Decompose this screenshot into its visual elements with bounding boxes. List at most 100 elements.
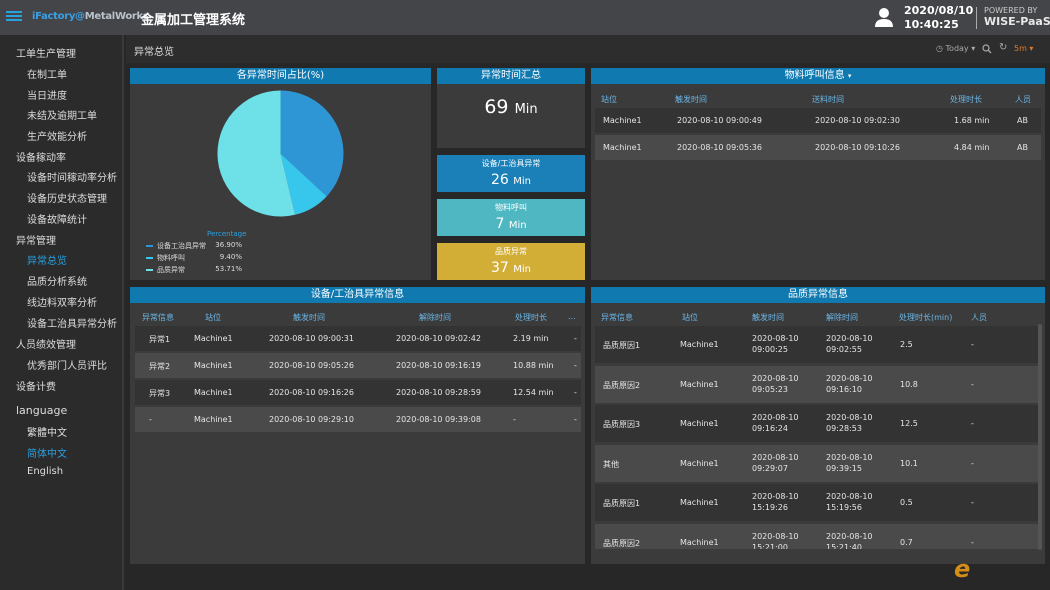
sidebar-item[interactable]: 设备时间稼动率分析	[27, 169, 117, 184]
date-part: 2020-08-10	[752, 373, 799, 383]
table-cell: 2020-08-10 09:10:26	[815, 143, 900, 152]
table-cell: 2020-08-10 09:16:19	[396, 361, 481, 370]
table-cell: Machine1	[194, 415, 233, 424]
table-header-cell: 触发时间	[293, 313, 325, 322]
quality-scrollbar[interactable]	[1038, 324, 1042, 550]
table-cell: Machine1	[680, 379, 719, 389]
table-cell-datetime: 2020-08-10 15:21:00	[752, 531, 799, 550]
total-time-value: 69 Min	[484, 96, 538, 118]
legend-label: 物料呼叫	[157, 254, 185, 262]
table-cell: -	[971, 537, 974, 547]
refresh-interval-dropdown[interactable]: 5m ▾	[1014, 44, 1033, 53]
user-icon[interactable]	[875, 7, 893, 27]
table-cell: Machine1	[603, 116, 642, 125]
table-header-cell: 解除时间	[826, 313, 858, 322]
sidebar-item[interactable]: 生产效能分析	[27, 128, 87, 143]
table-header-cell: 触发时间	[675, 95, 707, 104]
table-row[interactable]: Machine1 2020-08-10 09:05:36 2020-08-10 09…	[595, 135, 1041, 160]
table-header-cell: 触发时间	[752, 313, 784, 322]
date-part: 2020-08-10	[752, 492, 799, 501]
table-cell: -	[149, 415, 152, 424]
pie-panel-title: 各异常时间占比(%)	[130, 68, 431, 84]
equipment-panel-title: 设备/工治具异常信息	[130, 287, 585, 303]
sidebar-item[interactable]: 简体中文	[27, 445, 67, 460]
table-cell: 2020-08-10 09:16:26	[269, 388, 354, 397]
table-row[interactable]: 异常2 Machine1 2020-08-10 09:05:26 2020-08-10…	[135, 353, 581, 378]
time-part: 15:21:00	[752, 542, 788, 550]
table-cell-datetime: 2020-08-10 09:16:10	[826, 373, 873, 395]
summary-card: 设备/工治具异常 26 Min	[437, 155, 585, 192]
table-cell: Machine1	[680, 537, 719, 547]
table-header-cell: 异常信息	[601, 313, 633, 322]
table-cell: Machine1	[680, 340, 719, 349]
table-header-cell: 解除时间	[419, 313, 451, 322]
date-part: 2020-08-10	[826, 452, 873, 462]
date-part: 2020-08-10	[826, 334, 873, 343]
summary-card-value: 7 Min	[437, 216, 585, 232]
sidebar-item[interactable]: 线边料双率分析	[27, 294, 97, 309]
table-cell: Machine1	[680, 498, 719, 507]
table-cell: 异常1	[149, 335, 171, 344]
sidebar-item[interactable]: 优秀部门人员评比	[27, 357, 107, 372]
time-range-dropdown[interactable]: ◷ Today ▾	[936, 44, 975, 53]
refresh-icon[interactable]: ↻	[999, 42, 1007, 53]
summary-panel-title: 异常时间汇总	[437, 68, 585, 84]
sidebar-item[interactable]: 异常总览	[27, 252, 67, 267]
sidebar-item[interactable]: 当日进度	[27, 87, 67, 102]
divider	[976, 7, 977, 29]
time-range-value: Today	[945, 44, 969, 53]
table-row[interactable]: 异常3 Machine1 2020-08-10 09:16:26 2020-08-10…	[135, 380, 581, 405]
date-part: 2020-08-10	[826, 492, 873, 501]
powered-by-text: POWERED BY	[984, 6, 1038, 15]
table-cell: 2020-08-10 09:05:26	[269, 361, 354, 370]
refresh-interval-value: 5m	[1014, 44, 1027, 53]
material-call-title: 物料呼叫信息 ▾	[591, 68, 1045, 84]
table-cell: 12.54 min	[513, 388, 554, 397]
table-row[interactable]: 品质原因1 Machine1 2.5-2020-08-10 09:00:25 2020-…	[595, 326, 1038, 363]
sidebar-item[interactable]: 设备历史状态管理	[27, 190, 107, 205]
time-part: 09:29:07	[752, 463, 788, 473]
table-row[interactable]: 其他 Machine1 10.1-2020-08-10 09:29:07 2020-08…	[595, 444, 1038, 482]
sidebar-item[interactable]: 异常管理	[16, 232, 56, 247]
quality-panel: 品质异常信息 异常信息 站位 触发时间 解除时间 处理时长(min) 人员 品质原因1 Mac…	[591, 287, 1045, 564]
table-cell: 2.5	[900, 340, 913, 349]
table-row[interactable]: 品质原因3 Machine1 12.5-2020-08-10 09:16:24 2020…	[595, 405, 1038, 442]
sidebar-item[interactable]: 设备故障统计	[27, 211, 87, 226]
pie-chart	[217, 90, 344, 217]
sidebar-item[interactable]: 繁體中文	[27, 424, 67, 439]
sidebar-item[interactable]: 设备稼动率	[16, 149, 66, 164]
legend-swatch	[146, 269, 153, 271]
sidebar-item[interactable]: 设备工治具异常分析	[27, 315, 117, 330]
sidebar: 工单生产管理 在制工单当日进度未结及逾期工单 生产效能分析设备稼动率设备时间稼动率分…	[0, 35, 124, 590]
legend-percent: 36.90%	[215, 241, 242, 249]
time-text: 10:40:25	[904, 18, 959, 31]
chevron-down-icon[interactable]: ▾	[848, 72, 852, 80]
legend-item: 品质异常 53.71%	[146, 265, 246, 275]
table-cell: Machine1	[194, 361, 233, 370]
sidebar-item[interactable]: 工单生产管理	[16, 45, 76, 60]
sidebar-item[interactable]: language	[16, 404, 67, 417]
search-icon[interactable]	[982, 44, 992, 54]
table-row[interactable]: 品质原因1 Machine1 0.5-2020-08-10 15:19:26 2020-…	[595, 484, 1038, 521]
table-row[interactable]: - Machine1 2020-08-10 09:29:10 2020-08-10 0…	[135, 407, 581, 432]
hamburger-menu-icon[interactable]	[6, 9, 22, 25]
sidebar-item[interactable]: 设备计费	[16, 378, 56, 393]
summary-cards: 设备/工治具异常 26 Min 物料呼叫 7 Min 品质异常 37 Min	[437, 155, 585, 280]
table-cell: -	[971, 340, 974, 349]
sidebar-item[interactable]: 未结及逾期工单	[27, 107, 97, 122]
date-part: 2020-08-10	[826, 531, 873, 541]
legend-percent: 53.71%	[215, 265, 242, 273]
table-row[interactable]: 品质原因2 Machine1 10.8-2020-08-10 09:05:23 2020…	[595, 365, 1038, 403]
sidebar-item[interactable]: English	[27, 466, 63, 477]
table-row[interactable]: Machine1 2020-08-10 09:00:49 2020-08-10 09…	[595, 108, 1041, 133]
powered-by: POWERED BY WISE-PaaS	[984, 6, 1050, 28]
sidebar-item[interactable]: 品质分析系统	[27, 273, 87, 288]
sidebar-item[interactable]: 人员绩效管理	[16, 336, 76, 351]
time-part: 09:05:23	[752, 384, 788, 394]
table-cell-datetime: 2020-08-10 15:19:56	[826, 491, 873, 513]
table-row[interactable]: 异常1 Machine1 2020-08-10 09:00:31 2020-08-10…	[135, 326, 581, 351]
table-cell-datetime: 2020-08-10 09:16:24	[752, 412, 799, 434]
sidebar-item[interactable]: 在制工单	[27, 66, 67, 81]
table-cell: 2020-08-10 09:00:31	[269, 334, 354, 343]
table-row[interactable]: 品质原因2 Machine1 0.7-2020-08-10 15:21:00 2020-…	[595, 523, 1038, 550]
